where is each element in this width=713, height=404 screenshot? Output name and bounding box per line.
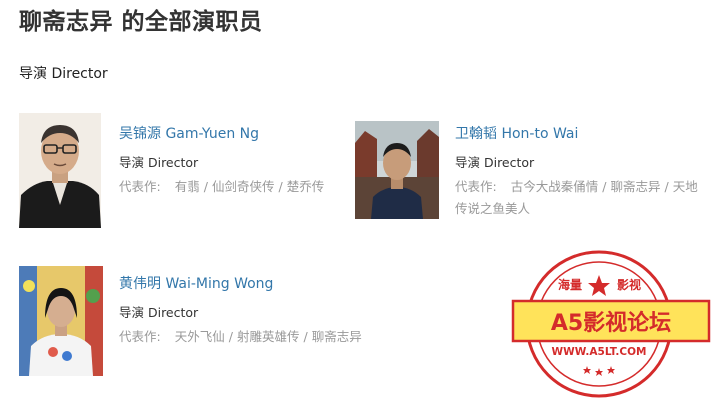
portrait-image xyxy=(19,266,103,376)
person-card: 吴锦源 Gam-Yuen Ng 导演 Director 代表作: 有翡 / 仙剑奇侠传… xyxy=(19,113,339,229)
separator: / xyxy=(602,179,607,194)
work-link[interactable]: 古今大战秦俑情 xyxy=(511,179,599,194)
person-role: 导演 Director xyxy=(119,305,199,320)
work-link[interactable]: 天外飞仙 xyxy=(175,329,225,344)
separator: / xyxy=(278,179,283,194)
person-card: 卫翰韬 Hon-to Wai 导演 Director 代表作: 古今大战秦俑情 / 聊… xyxy=(355,121,700,221)
watermark-text-top-left: 海量 xyxy=(558,277,582,292)
work-link[interactable]: 聊斋志异 xyxy=(312,329,362,344)
separator: / xyxy=(203,179,208,194)
person-role: 导演 Director xyxy=(455,155,535,170)
watermark-stamp: 海量 影视 A5影视论坛 WWW.A5LT.COM xyxy=(509,240,713,400)
separator: / xyxy=(228,329,233,344)
work-link[interactable]: 有翡 xyxy=(175,179,200,194)
separator: / xyxy=(303,329,308,344)
work-link[interactable]: 楚乔传 xyxy=(287,179,325,194)
separator: / xyxy=(664,179,669,194)
portrait-image xyxy=(355,121,439,219)
person-card: 黄伟明 Wai-Ming Wong 导演 Director 代表作: 天外飞仙 / 射… xyxy=(19,266,379,376)
person-photo[interactable] xyxy=(19,266,103,376)
works-label: 代表作: xyxy=(455,179,497,194)
person-photo[interactable] xyxy=(19,113,101,228)
watermark-text-top-right: 影视 xyxy=(617,277,641,292)
work-link[interactable]: 射雕英雄传 xyxy=(237,329,300,344)
works-label: 代表作: xyxy=(119,329,161,344)
representative-works: 代表作: 天外飞仙 / 射雕英雄传 / 聊斋志异 xyxy=(119,326,379,348)
portrait-image xyxy=(19,113,101,228)
watermark-banner-text: A5影视论坛 xyxy=(551,310,671,336)
person-name-link[interactable]: 黄伟明 Wai-Ming Wong xyxy=(119,273,273,293)
person-photo[interactable] xyxy=(355,121,439,219)
works-label: 代表作: xyxy=(119,179,161,194)
page-title: 聊斋志异 的全部演职员 xyxy=(19,9,263,35)
representative-works: 代表作: 古今大战秦俑情 / 聊斋志异 / 天地传说之鱼美人 xyxy=(455,176,700,220)
person-name-link[interactable]: 卫翰韬 Hon-to Wai xyxy=(455,123,578,143)
section-label-director: 导演 Director xyxy=(19,66,108,82)
work-link[interactable]: 聊斋志异 xyxy=(610,179,660,194)
representative-works: 代表作: 有翡 / 仙剑奇侠传 / 楚乔传 xyxy=(119,176,349,198)
watermark-url: WWW.A5LT.COM xyxy=(552,346,647,358)
person-role: 导演 Director xyxy=(119,155,199,170)
work-link[interactable]: 仙剑奇侠传 xyxy=(212,179,275,194)
person-name-link[interactable]: 吴锦源 Gam-Yuen Ng xyxy=(119,123,259,143)
